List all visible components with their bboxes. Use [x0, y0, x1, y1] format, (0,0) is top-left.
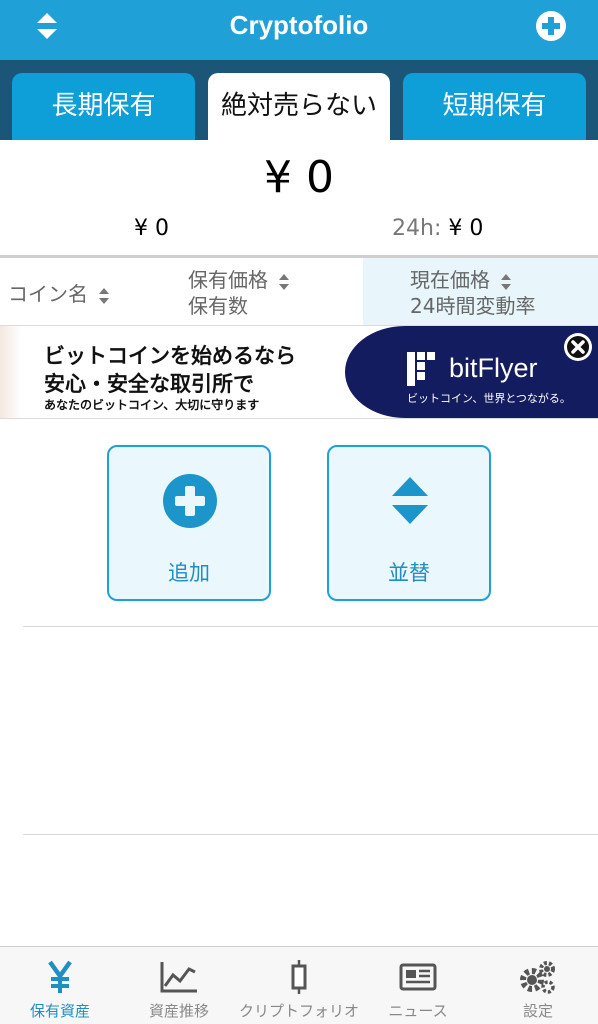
total-value: ¥ 0 [264, 152, 334, 203]
sort-label: 並替 [388, 561, 430, 585]
nav-item-settings[interactable]: 設定 [478, 947, 598, 1024]
close-icon[interactable] [563, 332, 593, 362]
add-icon[interactable] [534, 9, 568, 43]
ad-brand-area: bitFlyer ビットコイン、世界とつながる。 [345, 326, 598, 418]
ad-caption: あなたのビットコイン、大切に守ります [44, 398, 260, 412]
bitflyer-logo-icon [407, 352, 435, 386]
gears-icon [520, 961, 555, 994]
divider [23, 834, 598, 835]
sort-icon [279, 273, 290, 290]
tab-short-term[interactable]: 短期保有 [403, 73, 586, 140]
portfolio-tab-bar: 長期保有 絶対売らない 短期保有 [0, 60, 598, 140]
change-24h: 24h: ¥ 0 [392, 216, 483, 241]
ad-text-area: ビットコインを始めるなら 安心・安全な取引所で あなたのビットコイン、大切に守り… [0, 326, 360, 418]
tab-never-sell[interactable]: 絶対売らない [208, 73, 390, 140]
current-price-label: 現在価格 [410, 268, 490, 292]
ad-subheadline: 安心・安全な取引所で [44, 372, 254, 396]
yen-icon [48, 960, 72, 993]
column-header-current-price[interactable]: 現在価格 24時間変動率 [363, 258, 598, 325]
ad-tagline: ビットコイン、世界とつながる。 [407, 392, 571, 405]
ad-headline: ビットコインを始めるなら [44, 344, 296, 368]
holding-price-label: 保有価格 [188, 268, 268, 292]
change-24h-label: 24h: [392, 216, 442, 241]
chart-icon [160, 962, 197, 993]
change-rate-label: 24時間変動率 [410, 294, 536, 318]
nav-label: 設定 [522, 1002, 553, 1020]
column-header-coin-name[interactable]: コイン名 [0, 258, 160, 325]
nav-item-cryptofolio[interactable]: クリプトフォリオ [239, 947, 359, 1024]
nav-item-asset-history[interactable]: 資産推移 [119, 947, 239, 1024]
nav-label: クリプトフォリオ [239, 1002, 360, 1020]
add-coin-button[interactable]: 追加 [107, 445, 271, 601]
holding-value: ¥ 0 [134, 216, 169, 241]
app-title: Cryptofolio [229, 10, 369, 40]
add-icon [163, 474, 217, 528]
newspaper-icon [399, 963, 437, 991]
ad-banner[interactable]: ビットコインを始めるなら 安心・安全な取引所で あなたのビットコイン、大切に守り… [0, 325, 598, 419]
add-label: 追加 [168, 561, 210, 585]
sort-coins-button[interactable]: 並替 [327, 445, 491, 601]
sort-icon [501, 273, 512, 290]
nav-label: 保有資産 [29, 1002, 90, 1020]
divider [23, 626, 598, 627]
tab-long-term[interactable]: 長期保有 [12, 73, 195, 140]
candlestick-icon [291, 960, 307, 994]
app-header: Cryptofolio [0, 0, 598, 60]
sort-icon [99, 287, 110, 304]
column-header-holding[interactable]: 保有価格 保有数 [160, 258, 363, 325]
sort-icon [392, 477, 428, 524]
holding-qty-label: 保有数 [188, 294, 248, 318]
nav-item-news[interactable]: ニュース [358, 947, 478, 1024]
nav-item-holdings[interactable]: 保有資産 [0, 947, 120, 1024]
nav-label: 資産推移 [148, 1002, 209, 1020]
nav-label: ニュース [388, 1002, 448, 1020]
change-24h-value: ¥ 0 [448, 216, 484, 241]
coin-name-label: コイン名 [8, 282, 88, 306]
bottom-nav: 保有資産 資産推移 クリプトフォリオ ニュース 設定 [0, 946, 598, 1024]
ad-brand-name: bitFlyer [449, 353, 538, 383]
